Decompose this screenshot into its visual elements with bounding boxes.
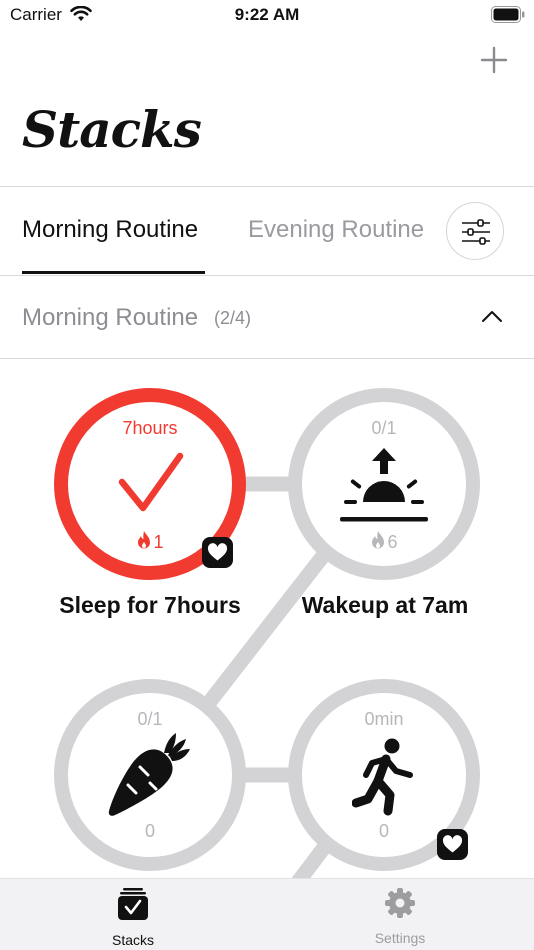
tabbar-stacks[interactable]: Stacks [73, 887, 193, 948]
habit-streak: 0 [144, 821, 155, 841]
tab-bar: Stacks Settings [0, 878, 534, 950]
health-badge [202, 537, 233, 568]
habit-progress: 0/1 [137, 709, 163, 729]
sunrise-icon [340, 448, 428, 522]
tabbar-settings[interactable]: Settings [340, 887, 460, 946]
stack-check-icon [118, 888, 148, 920]
tabbar-label: Settings [374, 930, 426, 946]
habit-streak: 6 [288, 530, 480, 553]
flame-icon [138, 531, 151, 549]
habit-name: Sleep for 7hours [59, 592, 241, 618]
habit-progress: 0/1 [371, 418, 397, 438]
habit-progress: 7hours [122, 418, 178, 438]
checkmark-icon [118, 452, 184, 512]
heart-icon [207, 543, 228, 561]
flame-icon [372, 531, 385, 549]
habit-name: Wakeup at 7am [301, 592, 469, 618]
runner-icon [352, 738, 413, 816]
habit-progress: 0min [364, 709, 404, 729]
tabbar-label: Stacks [111, 932, 154, 948]
streak-count: 6 [387, 532, 398, 552]
carrot-icon [108, 733, 190, 816]
streak-count: 1 [153, 532, 164, 552]
health-badge [437, 829, 468, 860]
habit-wakeup[interactable]: 0/1 6 [288, 388, 480, 580]
heart-icon [442, 835, 463, 853]
habit-eat-vegetables[interactable]: 0/1 0 [54, 679, 246, 871]
gear-icon [385, 888, 415, 918]
